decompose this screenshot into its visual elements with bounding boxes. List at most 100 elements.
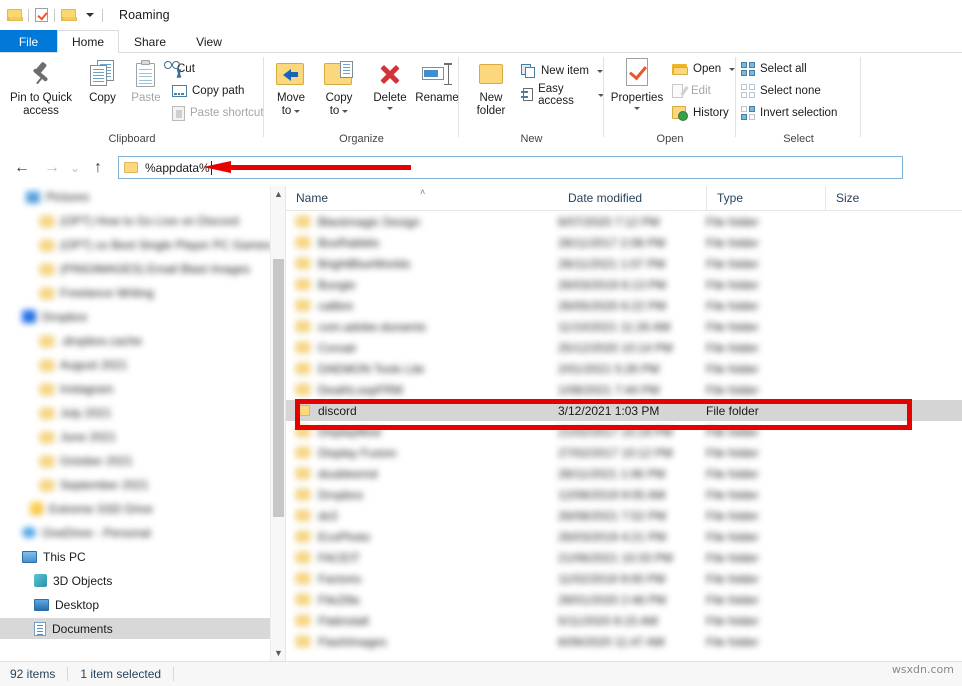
delete-label: Delete <box>373 92 407 104</box>
table-row[interactable]: Bungie 26/03/2019 6:13 PM File folder <box>286 274 962 295</box>
sidebar-item-instagram[interactable]: Instagram <box>0 378 113 399</box>
column-header-size[interactable]: Size <box>825 186 962 210</box>
file-name-label: Factorio <box>318 571 362 586</box>
table-row[interactable]: Corsair 25/12/2020 10:14 PM File folder <box>286 337 962 358</box>
up-button[interactable]: ↑ <box>88 158 108 178</box>
tab-share[interactable]: Share <box>119 30 181 53</box>
sidebar-item-october-2021[interactable]: October 2021 <box>0 450 133 471</box>
table-row[interactable]: Blackmagic Design 6/07/2020 7:12 PM File f… <box>286 211 962 232</box>
copy-button[interactable]: Copy <box>80 56 125 105</box>
scrollbar-thumb[interactable] <box>273 259 284 517</box>
sidebar-item-dropbox[interactable]: Dropbox <box>0 306 87 327</box>
cut-button[interactable]: Cut <box>164 59 195 79</box>
table-row[interactable]: doubleemd 28/11/2021 1:06 PM File folder <box>286 463 962 484</box>
3d-objects-icon <box>34 574 47 587</box>
file-name-cell: Factorio <box>296 572 361 586</box>
sidebar-item-opt-how-to-go-live-on-discord[interactable]: (OPT) How to Go Live on Discord <box>0 210 239 231</box>
sidebar-item-freelance-writing[interactable]: Freelance Writing <box>0 282 154 303</box>
invert-selection-button[interactable]: Invert selection <box>741 103 837 123</box>
sidebar-item-desktop[interactable]: Desktop <box>0 594 99 615</box>
sidebar-item-label: This PC <box>43 549 86 564</box>
file-type-cell: File folder <box>706 550 759 565</box>
column-header-type[interactable]: Type <box>706 186 825 210</box>
sidebar-item-september-2021[interactable]: September 2021 <box>0 474 149 495</box>
back-button[interactable]: ← <box>12 158 32 178</box>
table-row[interactable]: EcoPhoto 26/03/2019 4:21 PM File folder <box>286 526 962 547</box>
table-row[interactable]: Dropbox 12/08/2019 9:05 AM File folder <box>286 484 962 505</box>
pin-to-quick-access-button[interactable]: Pin to Quick access <box>2 56 80 118</box>
table-row[interactable]: com.adobe.dunamis 11/10/2021 11:26 AM File… <box>286 316 962 337</box>
table-row[interactable]: DAEMON Tools Lite 2/01/2021 5:26 PM File f… <box>286 358 962 379</box>
new-folder-icon <box>478 56 504 92</box>
folder-icon[interactable] <box>7 9 23 21</box>
folder-icon <box>296 594 310 605</box>
sidebar-item-june-2021[interactable]: June 2021 <box>0 426 116 447</box>
sidebar-item-label: (PINGIMAGES) Email Blast Images <box>60 261 251 276</box>
sidebar-item-extreme-ssd-drive[interactable]: Extreme SSD Drive <box>0 498 153 519</box>
forward-button[interactable]: → <box>42 158 62 178</box>
delete-button[interactable]: Delete <box>366 56 414 110</box>
sidebar-item-this-pc[interactable]: This PC <box>0 546 86 567</box>
sidebar-item-pingimages-email-blast-images[interactable]: (PINGIMAGES) Email Blast Images <box>0 258 250 279</box>
sidebar-item-july-2021[interactable]: July 2021 <box>0 402 111 423</box>
sidebar-item-august-2021[interactable]: August 2021 <box>0 354 127 375</box>
tab-file[interactable]: File <box>0 30 57 53</box>
new-item-button[interactable]: New item <box>521 61 603 81</box>
file-name-label: DeathLoopFRM <box>318 382 403 397</box>
paste-shortcut-button[interactable]: Paste shortcut <box>172 103 264 123</box>
folder-icon <box>296 237 310 248</box>
sidebar-item-label: (OPT) How to Go Live on Discord <box>60 213 239 228</box>
recent-locations-button[interactable]: ⌄ <box>65 158 85 178</box>
sidebar-item-pictures[interactable]: Pictures <box>0 186 89 207</box>
folder-icon <box>40 456 54 467</box>
file-date-modified-cell: 1/08/2021 7:44 PM <box>558 382 660 397</box>
table-row[interactable]: ds3 26/08/2021 7:52 PM File folder <box>286 505 962 526</box>
navigation-pane-scrollbar[interactable]: ▲ ▼ <box>270 186 285 661</box>
paste-button[interactable]: Paste <box>122 56 170 105</box>
history-button[interactable]: History <box>672 103 729 123</box>
table-row[interactable]: FileZilla 28/01/2020 2:48 PM File folder <box>286 589 962 610</box>
new-folder-button[interactable]: New folder <box>465 56 517 118</box>
open-button[interactable]: Open <box>672 59 736 79</box>
column-header-date-modified[interactable]: Date modified <box>558 186 706 210</box>
file-name-label: FlashImages <box>318 634 387 649</box>
table-row[interactable]: BoxRabbits 28/11/2017 2:08 PM File folder <box>286 232 962 253</box>
scroll-up-icon[interactable]: ▲ <box>271 186 285 202</box>
sidebar-item-3d-objects[interactable]: 3D Objects <box>0 570 112 591</box>
table-row[interactable]: DeathLoopFRM 1/08/2021 7:44 PM File folder <box>286 379 962 400</box>
ribbon-group-open: Properties Open Edit History Open <box>604 53 736 147</box>
table-row[interactable]: FACEIT 21/06/2021 10:33 PM File folder <box>286 547 962 568</box>
table-row[interactable]: Display Fusion 27/02/2017 10:12 PM File fo… <box>286 442 962 463</box>
move-to-button[interactable]: Move to <box>268 56 314 118</box>
properties-icon[interactable] <box>35 8 48 22</box>
scroll-down-icon[interactable]: ▼ <box>271 645 285 661</box>
tab-view[interactable]: View <box>181 30 237 53</box>
table-row[interactable]: FlashImages 6/09/2020 11:47 AM File folder <box>286 631 962 652</box>
arrow-shaft <box>229 165 411 170</box>
customize-quick-access-toolbar-caret[interactable] <box>76 13 96 17</box>
easy-access-button[interactable]: Easy access <box>521 83 604 107</box>
tab-home[interactable]: Home <box>57 30 119 53</box>
sidebar-item-dropbox-cache[interactable]: .dropbox.cache <box>0 330 142 351</box>
select-all-button[interactable]: Select all <box>741 59 807 79</box>
rename-icon <box>422 56 452 92</box>
file-type-cell: File folder <box>706 487 759 502</box>
copy-path-button[interactable]: Copy path <box>172 81 244 101</box>
copy-to-button[interactable]: Copy to <box>316 56 362 118</box>
table-row[interactable]: Flatinstall 5/11/2020 8:15 AM File folder <box>286 610 962 631</box>
edit-button[interactable]: Edit <box>672 81 711 101</box>
properties-button[interactable]: Properties <box>606 56 668 110</box>
table-row[interactable]: calibre 26/05/2020 6:22 PM File folder <box>286 295 962 316</box>
sidebar-item-opt-xx-best-single-player-pc-games-for[interactable]: (OPT) xx Best Single Player PC Games for <box>0 234 285 255</box>
file-name-cell: DAEMON Tools Lite <box>296 362 424 376</box>
file-date-modified-cell: 11/02/2019 9:00 PM <box>558 571 666 586</box>
sidebar-item-documents[interactable]: Documents <box>0 618 113 639</box>
new-folder-icon[interactable] <box>61 9 77 21</box>
table-row[interactable]: BrightBlueWorlds 28/11/2021 1:07 PM File f… <box>286 253 962 274</box>
table-row[interactable]: Factorio 11/02/2019 9:00 PM File folder <box>286 568 962 589</box>
rename-button[interactable]: Rename <box>414 56 460 105</box>
sidebar-item-label: Instagram <box>60 381 114 396</box>
new-item-label: New item <box>541 65 589 77</box>
select-none-button[interactable]: Select none <box>741 81 821 101</box>
sidebar-item-onedrive-personal[interactable]: OneDrive - Personal <box>0 522 151 543</box>
